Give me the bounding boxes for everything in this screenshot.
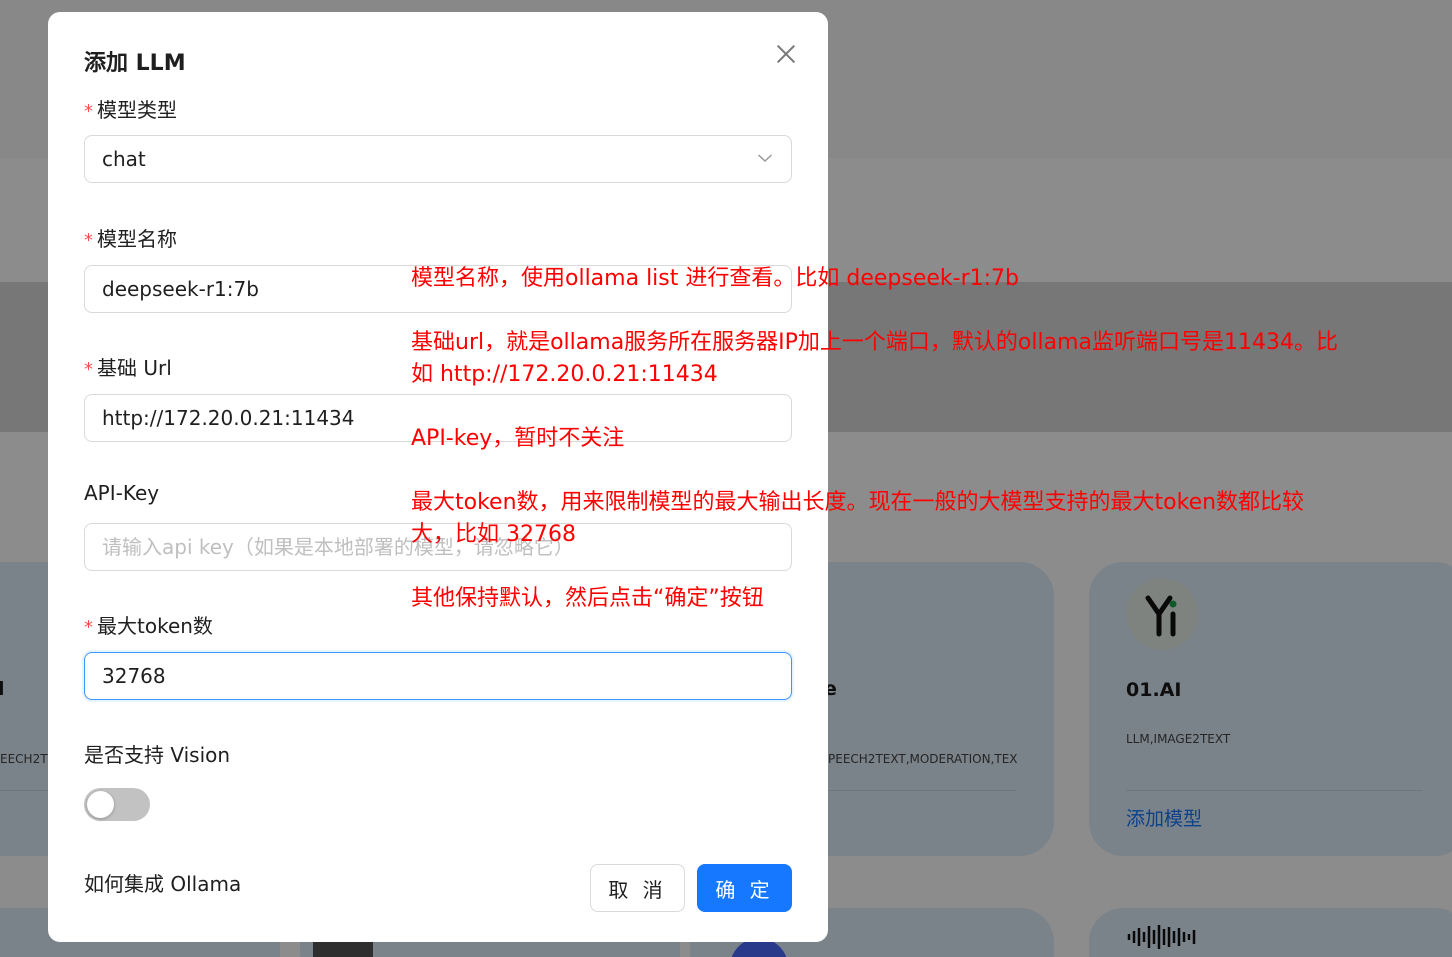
annotation-model-name: 模型名称，使用ollama list 进行查看。比如 deepseek-r1:7…: [411, 266, 1019, 291]
chevron-down-icon: [757, 154, 773, 163]
cancel-button[interactable]: 取 消: [590, 864, 685, 912]
required-mark: *: [84, 359, 93, 380]
base-url-label: * 基础 Url: [84, 352, 172, 381]
annotation-confirm: 其他保持默认，然后点击“确定”按钮: [411, 586, 764, 611]
model-name-label-text: 模型名称: [97, 227, 177, 251]
annotation-api-key: API-key，暂时不关注: [411, 426, 625, 451]
model-name-label: * 模型名称: [84, 223, 177, 252]
model-type-value: chat: [102, 147, 146, 171]
vision-toggle[interactable]: [84, 788, 150, 821]
required-mark: *: [84, 230, 93, 251]
max-tokens-input[interactable]: [102, 664, 774, 688]
modal-title: 添加 LLM: [84, 51, 186, 76]
ollama-help-link[interactable]: 如何集成 Ollama: [84, 868, 241, 897]
close-icon[interactable]: [772, 40, 800, 68]
model-type-label-text: 模型类型: [97, 98, 177, 122]
base-url-label-text: 基础 Url: [97, 356, 172, 380]
model-type-label: * 模型类型: [84, 94, 177, 123]
toggle-knob: [87, 791, 114, 818]
api-key-label: API-Key: [84, 481, 160, 505]
max-tokens-label-text: 最大token数: [97, 614, 213, 638]
max-tokens-field[interactable]: [84, 652, 792, 700]
required-mark: *: [84, 617, 93, 638]
annotation-max-tokens-line1: 最大token数，用来限制模型的最大输出长度。现在一般的大模型支持的最大toke…: [411, 490, 1305, 515]
max-tokens-label: * 最大token数: [84, 610, 213, 639]
ok-button[interactable]: 确 定: [697, 864, 792, 912]
annotation-base-url-line1: 基础url，就是ollama服务所在服务器IP加上一个端口，默认的ollama监…: [411, 330, 1338, 355]
vision-label: 是否支持 Vision: [84, 743, 231, 767]
annotation-base-url-line2: 如 http://172.20.0.21:11434: [411, 362, 718, 387]
add-llm-modal: 添加 LLM *模型类型 chat *模型名称 *基础 Url API-Key …: [48, 12, 828, 942]
model-type-select[interactable]: chat: [84, 135, 792, 183]
annotation-max-tokens-line2: 大，比如 32768: [411, 522, 576, 547]
required-mark: *: [84, 101, 93, 122]
